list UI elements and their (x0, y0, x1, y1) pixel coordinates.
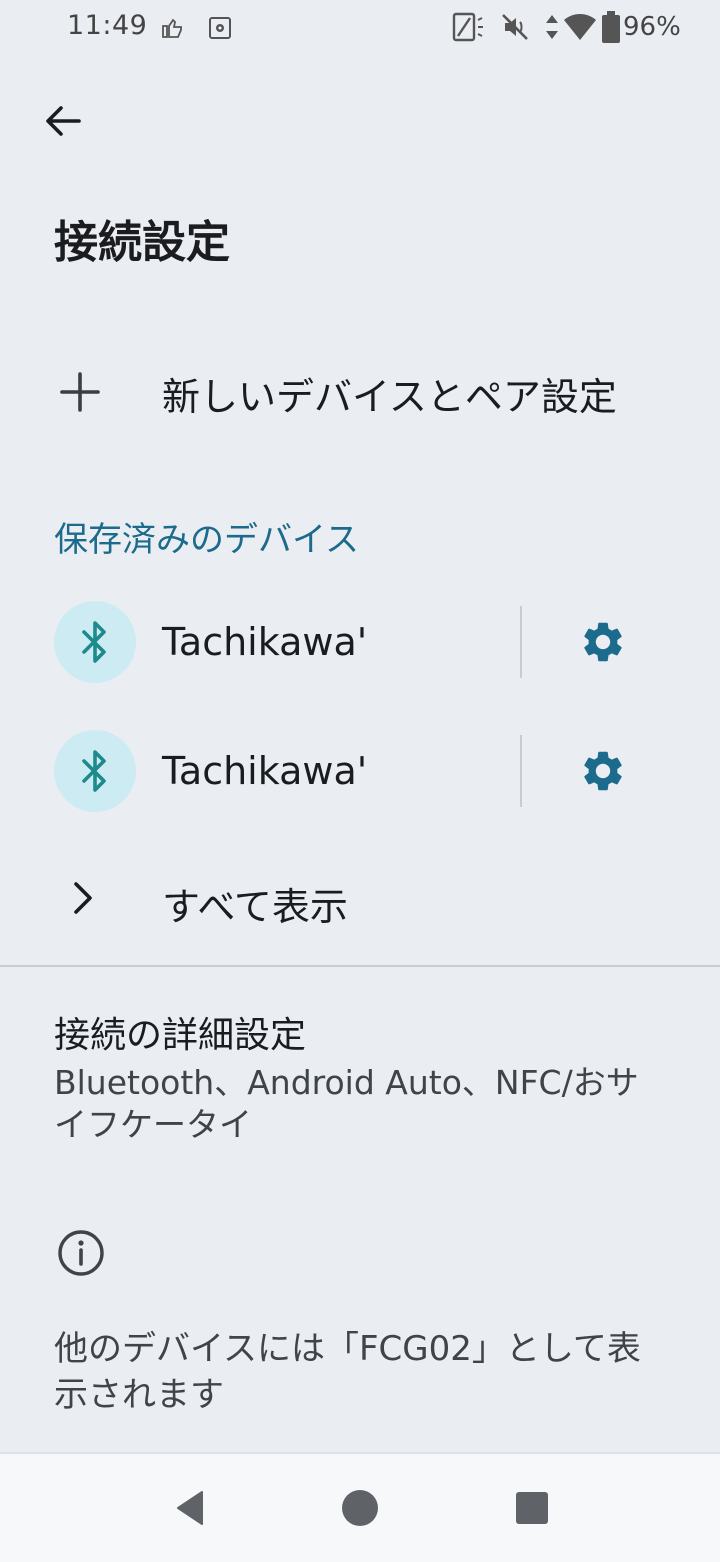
wifi-icon (562, 12, 598, 42)
nav-back-icon (177, 1491, 203, 1525)
advanced-summary: Bluetooth、Android Auto、NFC/おサイフケータイ (54, 1063, 639, 1144)
pair-new-device-label: 新しいデバイスとペア設定 (162, 375, 617, 419)
status-bar: 11:49 96% (0, 0, 720, 56)
nav-home-button[interactable] (330, 1478, 390, 1538)
nav-home-icon (342, 1490, 378, 1526)
back-button[interactable] (34, 92, 92, 150)
saved-devices-header: 保存済みのデバイス (54, 520, 359, 560)
navigation-bar (0, 1452, 720, 1562)
device-settings-button[interactable] (572, 616, 634, 668)
nav-back-button[interactable] (160, 1478, 220, 1538)
arrow-back-icon (46, 106, 81, 136)
saved-device-row[interactable]: Tachikawa' (0, 582, 720, 702)
pair-new-device-button[interactable]: 新しいデバイスとペア設定 (0, 340, 720, 444)
gear-icon (584, 751, 622, 791)
info-icon (58, 1230, 104, 1276)
plus-icon (60, 372, 100, 412)
nav-recents-icon (516, 1492, 548, 1524)
battery-percentage: 96% (623, 12, 681, 42)
settings-icon (208, 16, 232, 40)
data-arrows-icon (544, 12, 560, 42)
nfc-icon (452, 12, 484, 42)
gear-icon (584, 622, 622, 662)
nav-recents-button[interactable] (502, 1478, 562, 1538)
status-time: 11:49 (67, 10, 148, 41)
divider (520, 735, 522, 807)
bluetooth-icon (54, 730, 136, 812)
mute-icon (500, 12, 530, 42)
divider (520, 606, 522, 678)
see-all-button[interactable]: すべて表示 (0, 846, 720, 950)
saved-device-row[interactable]: Tachikawa' (0, 711, 720, 831)
chevron-right-icon (74, 882, 92, 914)
device-name: Tachikawa' (162, 620, 368, 664)
device-settings-button[interactable] (572, 745, 634, 797)
bluetooth-icon (54, 601, 136, 683)
device-visibility-text: 他のデバイスには「FCG02」として表示されます (54, 1329, 641, 1415)
device-name: Tachikawa' (162, 749, 368, 793)
see-all-label: すべて表示 (162, 885, 348, 929)
battery-icon (601, 10, 621, 44)
page-title: 接続設定 (54, 217, 230, 268)
advanced-title: 接続の詳細設定 (54, 1015, 307, 1056)
advanced-connection-settings[interactable]: 接続の詳細設定 Bluetooth、Android Auto、NFC/おサイフケ… (0, 992, 720, 1164)
section-divider (0, 965, 720, 967)
thumb-icon (160, 16, 184, 40)
